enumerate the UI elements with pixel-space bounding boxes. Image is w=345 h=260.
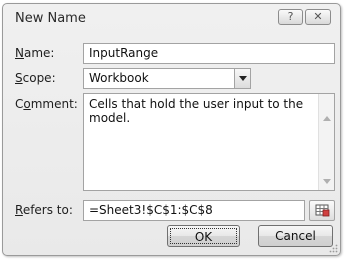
collapse-dialog-button[interactable]: [309, 200, 335, 221]
comment-text: Cells that hold the user input to the mo…: [89, 97, 304, 125]
cancel-button[interactable]: Cancel: [258, 225, 333, 247]
chevron-down-icon: [238, 76, 247, 81]
name-input[interactable]: InputRange: [83, 43, 335, 64]
refers-to-label: Refers to:: [15, 203, 73, 217]
comment-scrollbar[interactable]: [318, 94, 334, 190]
ok-button[interactable]: OK: [167, 225, 240, 247]
scope-dropdown-button[interactable]: [234, 69, 250, 88]
close-icon: ✕: [313, 10, 323, 23]
refers-to-input[interactable]: =Sheet3!$C$1:$C$8: [83, 200, 305, 221]
name-input-value: InputRange: [89, 46, 159, 60]
refers-to-value: =Sheet3!$C$1:$C$8: [89, 203, 213, 217]
resize-grip-icon[interactable]: [328, 243, 338, 253]
name-label: Name:: [15, 46, 55, 60]
scope-select[interactable]: Workbook: [83, 68, 251, 89]
scroll-down-icon[interactable]: [323, 179, 331, 184]
title-bar[interactable]: New Name ? ✕: [3, 4, 340, 32]
ok-button-label: OK: [170, 228, 237, 244]
range-select-icon: [315, 204, 330, 217]
scope-label: Scope:: [15, 71, 56, 85]
close-button[interactable]: ✕: [305, 9, 331, 25]
comment-textarea[interactable]: Cells that hold the user input to the mo…: [83, 93, 335, 191]
scope-select-value: Workbook: [89, 71, 149, 85]
dialog-title: New Name: [15, 11, 86, 26]
scroll-up-icon[interactable]: [323, 116, 331, 121]
help-button[interactable]: ?: [278, 9, 303, 25]
comment-label: Comment:: [15, 97, 78, 111]
help-icon: ?: [287, 10, 294, 23]
new-name-dialog: New Name ? ✕ Name: InputRange Scope: Wor…: [2, 3, 341, 256]
